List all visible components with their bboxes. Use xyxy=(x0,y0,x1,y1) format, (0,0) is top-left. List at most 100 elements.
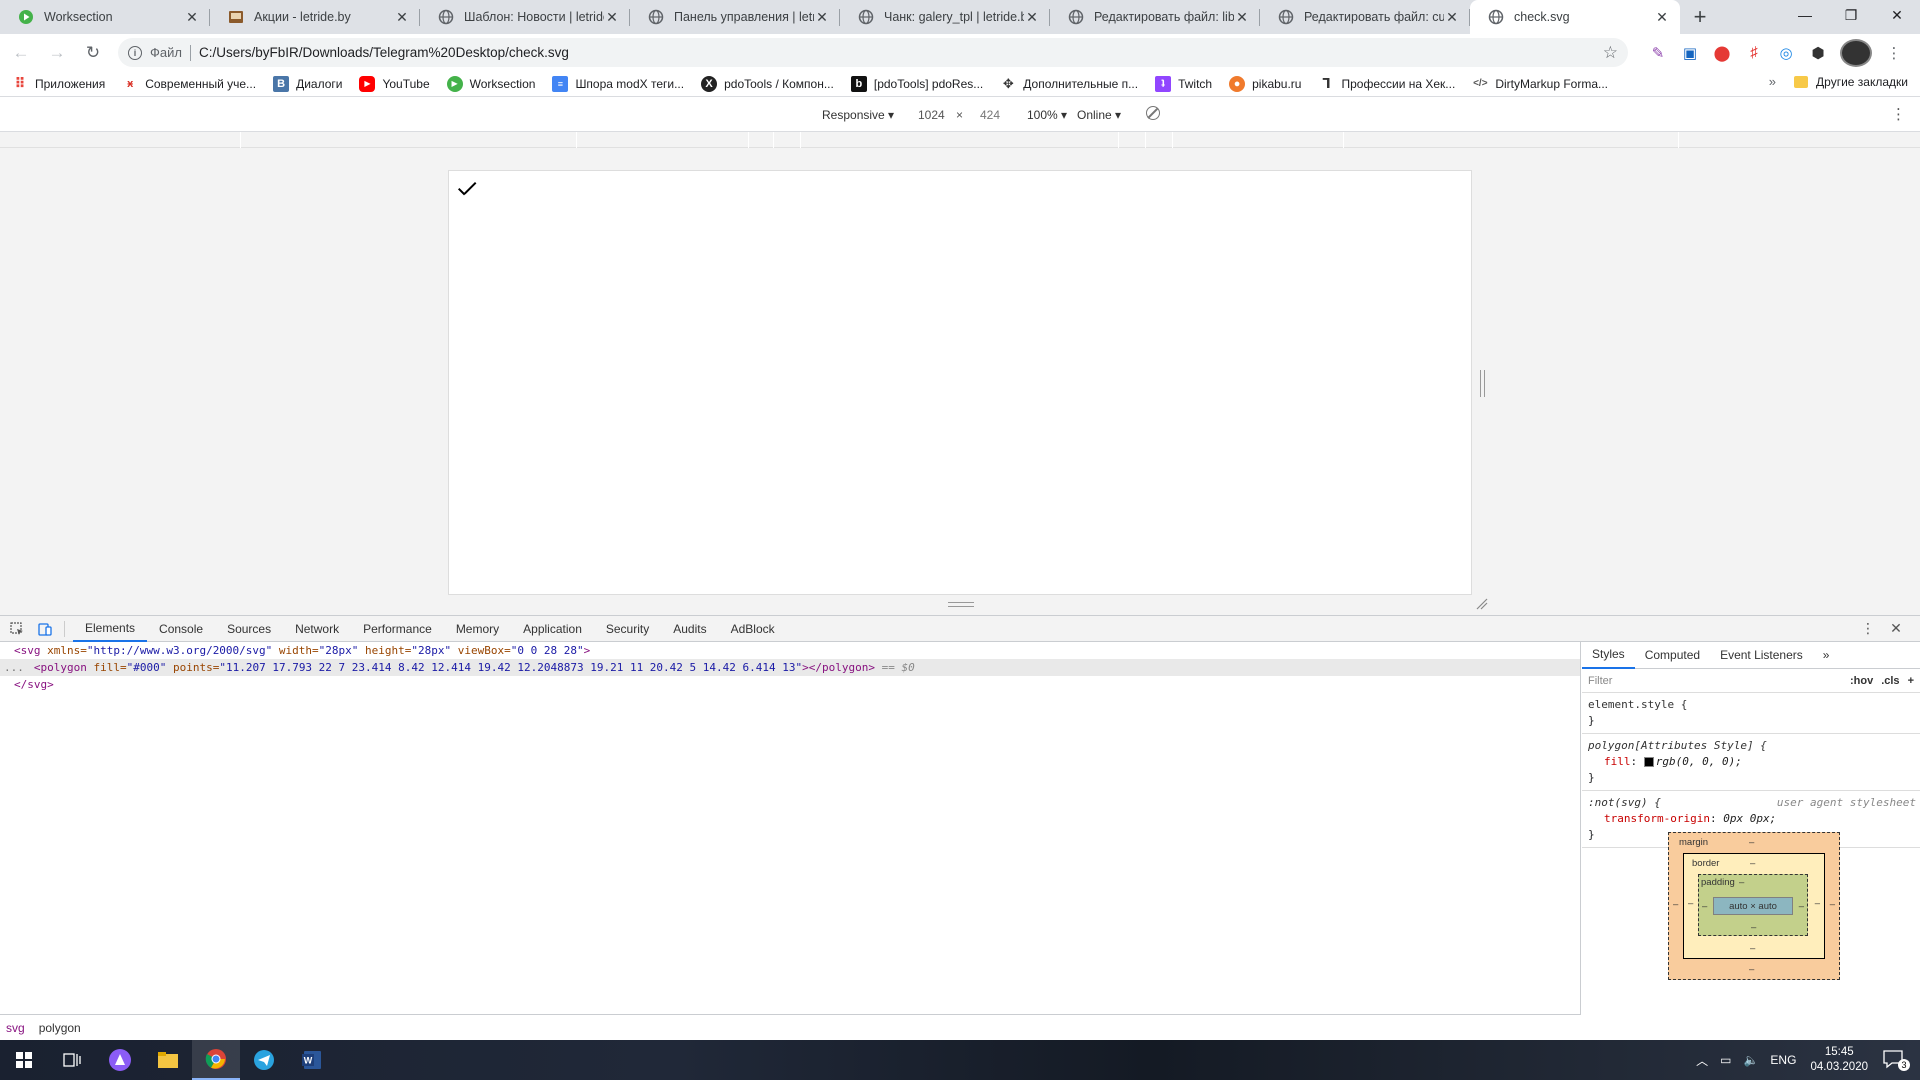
bookmark-item[interactable]: ▶ YouTube xyxy=(359,75,430,92)
close-icon[interactable]: ✕ xyxy=(1444,9,1460,25)
breadcrumb-item[interactable]: polygon xyxy=(39,1021,81,1035)
media-query-segment[interactable] xyxy=(748,132,749,148)
close-icon[interactable]: ✕ xyxy=(1654,9,1670,25)
rule-selector[interactable]: element.style { xyxy=(1588,697,1914,713)
notification-center-icon[interactable]: 3 xyxy=(1882,1049,1910,1071)
avatar[interactable] xyxy=(1840,38,1872,67)
bookmark-item[interactable]: b [pdoTools] pdoRes... xyxy=(850,75,983,92)
device-mode-select[interactable]: Responsive ▾ xyxy=(822,108,894,122)
bookmark-item[interactable]: ▶ Worksection xyxy=(446,75,535,92)
media-query-segment[interactable] xyxy=(1172,132,1173,148)
zoom-select[interactable]: 100% ▾ xyxy=(1027,108,1067,122)
media-query-segment[interactable] xyxy=(1118,132,1119,148)
browser-tab[interactable]: Акции - letride.by ✕ xyxy=(210,0,420,34)
close-icon[interactable]: ✕ xyxy=(1024,9,1040,25)
bookmark-item[interactable]: ✥ Дополнительные п... xyxy=(1000,76,1138,92)
close-icon[interactable]: ✕ xyxy=(1234,9,1250,25)
margin-left-value[interactable]: – xyxy=(1673,899,1678,910)
media-query-segment[interactable] xyxy=(1145,132,1146,148)
media-query-segment[interactable] xyxy=(773,132,774,148)
network-icon[interactable]: ▭ xyxy=(1720,1053,1731,1067)
border-top-value[interactable]: – xyxy=(1750,858,1755,869)
bookmark-item[interactable]: ӿ Современный уче... xyxy=(122,76,256,92)
width-input[interactable]: 1024 xyxy=(918,108,945,122)
media-query-segment[interactable] xyxy=(1678,132,1679,148)
close-icon[interactable]: ✕ xyxy=(604,9,620,25)
browser-tab[interactable]: Редактировать файл: custo ✕ xyxy=(1260,0,1470,34)
language-indicator[interactable]: ENG xyxy=(1770,1053,1796,1067)
ext-circle-icon[interactable]: ◎ xyxy=(1770,39,1802,67)
browser-tab[interactable]: Редактировать файл: libs.js ✕ xyxy=(1050,0,1260,34)
tab-console[interactable]: Console xyxy=(147,616,215,642)
new-rule-button[interactable]: + xyxy=(1908,675,1914,687)
cube-icon[interactable]: ⬢ xyxy=(1802,39,1834,67)
device-toolbar-icon[interactable] xyxy=(34,618,56,640)
box-content[interactable]: auto × auto xyxy=(1713,897,1793,915)
close-icon[interactable]: ✕ xyxy=(394,9,410,25)
volume-icon[interactable]: 🔈 xyxy=(1743,1053,1758,1067)
margin-right-value[interactable]: – xyxy=(1830,899,1835,910)
windows-start-icon[interactable] xyxy=(0,1040,48,1080)
network-throttle-select[interactable]: Online ▾ xyxy=(1077,108,1121,122)
border-left-value[interactable]: – xyxy=(1688,898,1693,909)
ext-blue-icon[interactable]: ▣ xyxy=(1674,39,1706,67)
telegram-icon[interactable] xyxy=(240,1040,288,1080)
url-text[interactable]: C:/Users/byFbIR/Downloads/Telegram%20Des… xyxy=(199,45,1603,60)
devtools-menu-icon[interactable]: ⋮ xyxy=(1854,620,1882,637)
tab-sources[interactable]: Sources xyxy=(215,616,283,642)
filter-input[interactable]: Filter xyxy=(1588,675,1842,687)
equalizer-icon[interactable]: ♯ xyxy=(1738,39,1770,67)
browser-tab[interactable]: Шаблон: Новости | letride.b ✕ xyxy=(420,0,630,34)
opera-icon[interactable]: ⬤ xyxy=(1706,39,1738,67)
menu-icon[interactable]: ⋮ xyxy=(1878,39,1910,67)
hov-toggle[interactable]: :hov xyxy=(1850,675,1873,687)
media-query-segment[interactable] xyxy=(240,132,241,148)
height-input[interactable]: 424 xyxy=(980,108,1000,122)
more-options-icon[interactable]: ⋮ xyxy=(1891,105,1906,123)
browser-tab-active[interactable]: check.svg ✕ xyxy=(1470,0,1680,34)
tab-event-listeners[interactable]: Event Listeners xyxy=(1710,642,1813,669)
bookmark-item[interactable]: Ꞁ Профессии на Хек... xyxy=(1318,76,1455,92)
chrome-icon[interactable] xyxy=(192,1040,240,1080)
border-right-value[interactable]: – xyxy=(1815,898,1820,909)
other-bookmarks[interactable]: Другие закладки xyxy=(1794,75,1908,89)
tab-application[interactable]: Application xyxy=(511,616,594,642)
viewport-width-handle[interactable] xyxy=(1480,370,1485,397)
browser-tab[interactable]: Панель управления | letride ✕ xyxy=(630,0,840,34)
dom-node-svg[interactable]: <svg xmlns="http://www.w3.org/2000/svg" … xyxy=(0,642,1580,659)
inspect-element-icon[interactable] xyxy=(6,618,28,640)
rotate-icon[interactable] xyxy=(1146,106,1160,120)
margin-bottom-value[interactable]: – xyxy=(1749,964,1754,975)
padding-bottom-value[interactable]: – xyxy=(1751,922,1756,933)
color-swatch-icon[interactable] xyxy=(1643,757,1654,767)
bookmark-item[interactable]: XpdoTools / Компон... xyxy=(701,75,834,92)
close-devtools-icon[interactable]: ✕ xyxy=(1882,620,1910,637)
bookmark-item[interactable]: ● pikabu.ru xyxy=(1229,75,1301,92)
tab-overflow[interactable]: » xyxy=(1813,642,1840,669)
info-icon[interactable]: i xyxy=(128,45,142,60)
tab-performance[interactable]: Performance xyxy=(351,616,444,642)
tab-styles[interactable]: Styles xyxy=(1582,642,1635,669)
bookmark-item[interactable]: ʇ Twitch xyxy=(1155,75,1212,92)
minimize-button[interactable]: — xyxy=(1782,0,1828,30)
browser-tab[interactable]: Чанк: galery_tpl | letride.by ✕ xyxy=(840,0,1050,34)
tab-security[interactable]: Security xyxy=(594,616,661,642)
breadcrumb-item[interactable]: svg xyxy=(6,1021,25,1035)
close-icon[interactable]: ✕ xyxy=(814,9,830,25)
bookmark-item[interactable]: ⠿ Приложения xyxy=(12,75,106,92)
media-query-segment[interactable] xyxy=(576,132,577,148)
bookmark-item[interactable]: ≡ Шпора modX теги... xyxy=(552,75,684,92)
chevron-up-icon[interactable]: ︿ xyxy=(1696,1052,1708,1069)
word-icon[interactable]: W xyxy=(288,1040,336,1080)
dom-node-svg-close[interactable]: </svg> xyxy=(0,676,1580,693)
clock[interactable]: 15:45 04.03.2020 xyxy=(1810,1045,1868,1075)
dom-node-polygon-selected[interactable]: ... <polygon fill="#000" points="11.207 1… xyxy=(0,659,1580,676)
viewport-height-handle[interactable] xyxy=(948,602,974,607)
restore-button[interactable]: ❐ xyxy=(1828,0,1874,30)
alice-assistant-icon[interactable] xyxy=(96,1040,144,1080)
reload-button[interactable]: ↻ xyxy=(78,38,108,68)
padding-top-value[interactable]: – xyxy=(1739,877,1744,888)
tab-elements[interactable]: Elements xyxy=(73,616,148,642)
tab-audits[interactable]: Audits xyxy=(661,616,718,642)
star-icon[interactable]: ☆ xyxy=(1603,43,1618,63)
